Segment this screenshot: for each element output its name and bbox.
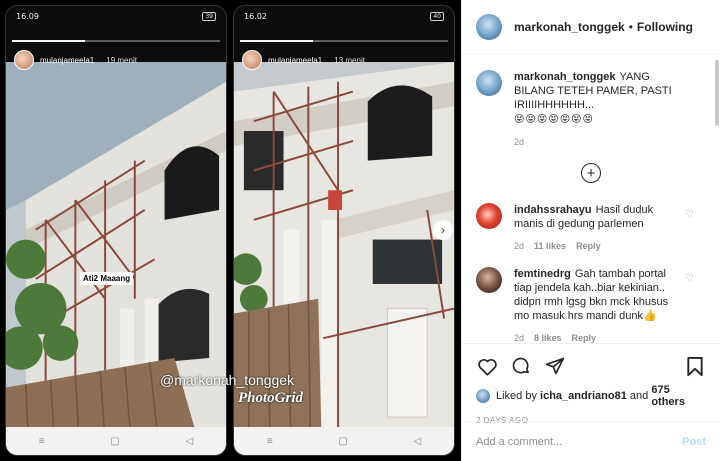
- caption-username[interactable]: markonah_tonggek: [514, 71, 615, 83]
- post-header: markonah_tonggek • Following: [462, 0, 720, 55]
- back-icon: ◁: [185, 435, 194, 447]
- comment-like-heart-icon[interactable]: ♡: [685, 273, 694, 284]
- add-comment-bar: Post: [462, 421, 720, 461]
- author-avatar[interactable]: [476, 14, 502, 40]
- share-paper-plane-icon[interactable]: [544, 355, 566, 377]
- watermark-text: @markonah_tonggek: [160, 372, 295, 388]
- photogrid-watermark: PhotoGrid: [238, 390, 304, 406]
- comments-list[interactable]: markonah_tonggek YANG BILANG TETEH PAMER,…: [462, 56, 720, 343]
- comment-username[interactable]: indahssrahayu: [514, 204, 592, 216]
- back-icon: ◁: [413, 435, 422, 447]
- comment-likes[interactable]: 8 likes: [534, 331, 562, 343]
- status-bar: 16.09 39: [6, 6, 226, 26]
- likes-others[interactable]: 675 others: [651, 384, 706, 408]
- story-header: mulanjameela1 13 menit: [242, 50, 365, 70]
- comment-likes[interactable]: 11 likes: [534, 239, 566, 253]
- battery-icon: 40: [430, 11, 444, 21]
- story-time: 13 menit: [334, 55, 365, 65]
- story-progress-bar: [240, 40, 448, 42]
- likes-conj: and: [626, 390, 652, 402]
- caption-emojis: 😝😝😝😝😝😝😝: [514, 114, 594, 125]
- comment-bubble-icon[interactable]: [510, 355, 532, 377]
- home-icon: ▢: [338, 435, 348, 447]
- post-comment-button[interactable]: Post: [682, 436, 706, 448]
- load-more-comments[interactable]: +: [476, 163, 706, 183]
- author-username[interactable]: markonah_tonggek: [514, 20, 625, 34]
- liked-by-prefix: Liked by: [496, 390, 541, 402]
- comment-item: femtinedrg Gah tambah portal tiap jendela…: [476, 267, 706, 343]
- status-clock: 16.09: [16, 11, 39, 21]
- comment-input[interactable]: [476, 435, 683, 448]
- next-media-button[interactable]: ›: [433, 220, 453, 240]
- comment-age[interactable]: 2d: [514, 239, 524, 253]
- comment-username[interactable]: femtinedrg: [514, 268, 571, 280]
- caption-avatar[interactable]: [476, 70, 502, 96]
- story-screenshot-right: 16.02 40 mulanjameela1 13 menit ≡ ▢ ◁: [233, 5, 455, 456]
- android-navbar: ≡ ▢ ◁: [234, 427, 454, 455]
- story-avatar: [242, 50, 262, 70]
- battery-icon: 39: [202, 11, 216, 21]
- likes-summary: Liked by icha_andriano81 and 675 others: [476, 384, 706, 408]
- liker-username[interactable]: icha_andriano81: [540, 390, 627, 402]
- story-header: mulanjameela1 19 menit: [14, 50, 137, 70]
- story-progress-bar: [12, 40, 220, 42]
- reply-button[interactable]: Reply: [576, 239, 601, 253]
- home-icon: ▢: [110, 435, 120, 447]
- story-avatar: [14, 50, 34, 70]
- comment-item: indahssrahayu Hasil duduk manis di gedung…: [476, 203, 706, 253]
- commenter-avatar[interactable]: [476, 267, 502, 293]
- android-navbar: ≡ ▢ ◁: [6, 427, 226, 455]
- comment-age[interactable]: 2d: [514, 331, 524, 343]
- bookmark-icon[interactable]: [684, 355, 706, 377]
- story-username: mulanjameela1: [40, 55, 95, 65]
- recents-icon: ≡: [38, 435, 45, 447]
- reply-button[interactable]: Reply: [572, 331, 597, 343]
- like-heart-icon[interactable]: [476, 355, 498, 377]
- story-screenshot-left: 16.09 39 mulanjameela1 19 menit ≡ ▢ ◁: [5, 5, 227, 456]
- comments-scrollbar[interactable]: [715, 60, 719, 126]
- status-bar: 16.02 40: [234, 6, 454, 26]
- story-username: mulanjameela1: [268, 55, 323, 65]
- caption: markonah_tonggek YANG BILANG TETEH PAMER,…: [476, 70, 706, 149]
- post-side-panel: markonah_tonggek • Following markonah_to…: [461, 0, 720, 461]
- recents-icon: ≡: [266, 435, 273, 447]
- caption-age[interactable]: 2d: [514, 135, 524, 149]
- post-actions: Liked by icha_andriano81 and 675 others …: [462, 343, 720, 425]
- comment-like-heart-icon[interactable]: ♡: [685, 209, 694, 220]
- status-clock: 16.02: [244, 11, 267, 21]
- following-button[interactable]: Following: [637, 20, 693, 34]
- story-sticker: Ati2 Maaang: [80, 272, 134, 285]
- commenter-avatar[interactable]: [476, 203, 502, 229]
- liker-avatar[interactable]: [476, 389, 490, 403]
- plus-circle-icon[interactable]: +: [581, 163, 601, 183]
- story-time: 19 menit: [106, 55, 137, 65]
- header-separator: •: [628, 20, 633, 34]
- post-media[interactable]: 16.09 39 mulanjameela1 19 menit ≡ ▢ ◁ 16…: [0, 0, 461, 461]
